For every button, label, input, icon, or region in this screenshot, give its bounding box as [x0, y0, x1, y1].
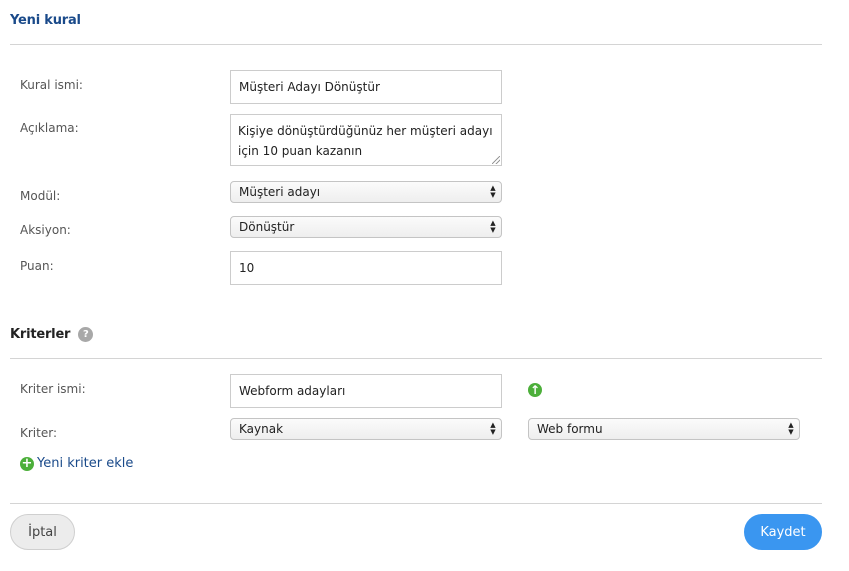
up-down-arrows-icon: ▲ ▼ — [490, 219, 496, 234]
points-label: Puan: — [20, 259, 54, 273]
footer-divider — [10, 503, 822, 504]
rule-name-input[interactable] — [230, 70, 502, 104]
criterion-value-value: Web formu — [537, 422, 603, 436]
plus-circle-icon: + — [20, 455, 34, 471]
cancel-button[interactable]: İptal — [10, 514, 75, 550]
header-divider — [10, 44, 822, 45]
add-criterion-link[interactable]: + Yeni kriter ekle — [20, 456, 133, 471]
save-button[interactable]: Kaydet — [744, 514, 822, 550]
criterion-value-select[interactable]: Web formu ▲ ▼ — [528, 418, 800, 440]
action-label: Aksiyon: — [20, 223, 71, 237]
question-circle-icon[interactable]: ? — [78, 327, 94, 342]
points-input[interactable] — [230, 251, 502, 285]
description-label: Açıklama: — [20, 121, 79, 135]
action-select[interactable]: Dönüştür ▲ ▼ — [230, 216, 502, 238]
add-criterion-label: Yeni kriter ekle — [37, 456, 134, 471]
arrow-up-circle-icon[interactable]: ↑ — [528, 383, 542, 397]
up-down-arrows-icon: ▲ ▼ — [490, 421, 496, 436]
module-label: Modül: — [20, 189, 61, 203]
criteria-section-title: Kriterler ? — [10, 327, 94, 342]
module-select[interactable]: Müşteri adayı ▲ ▼ — [230, 181, 502, 203]
rule-name-label: Kural ismi: — [20, 78, 83, 92]
action-select-value: Dönüştür — [239, 220, 295, 234]
criterion-field-value: Kaynak — [239, 422, 284, 436]
new-rule-form-page: Yeni kural Kural ismi: Açıklama: Kişiye … — [0, 0, 849, 571]
criterion-name-input[interactable] — [230, 374, 502, 408]
criterion-label: Kriter: — [20, 426, 57, 440]
page-title: Yeni kural — [10, 13, 81, 28]
criterion-name-label: Kriter ismi: — [20, 382, 86, 396]
criteria-title-text: Kriterler — [10, 327, 71, 342]
criteria-divider — [10, 358, 822, 359]
module-select-value: Müşteri adayı — [239, 185, 321, 199]
up-down-arrows-icon: ▲ ▼ — [788, 421, 794, 436]
description-textarea[interactable]: Kişiye dönüştürdüğünüz her müşteri adayı… — [230, 114, 502, 166]
up-down-arrows-icon: ▲ ▼ — [490, 184, 496, 199]
criterion-field-select[interactable]: Kaynak ▲ ▼ — [230, 418, 502, 440]
textarea-resize-handle[interactable] — [492, 156, 500, 164]
